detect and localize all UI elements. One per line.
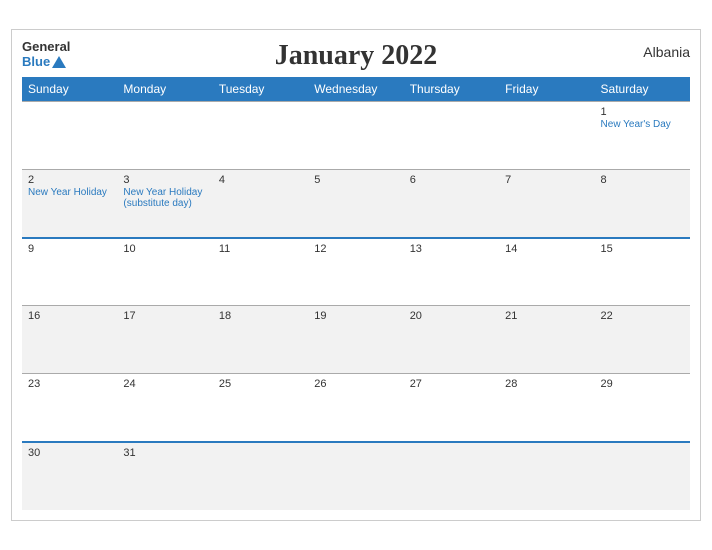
calendar-cell: 11 — [213, 238, 308, 306]
day-number: 19 — [314, 310, 397, 322]
day-number: 3 — [123, 174, 206, 186]
day-number: 5 — [314, 174, 397, 186]
calendar-cell — [404, 102, 499, 170]
calendar-cell — [213, 102, 308, 170]
calendar-cell — [213, 442, 308, 510]
holiday-label: New Year's Day — [601, 119, 684, 130]
weekday-header-monday: Monday — [117, 77, 212, 102]
calendar-cell — [308, 442, 403, 510]
day-number: 9 — [28, 243, 111, 255]
calendar-cell: 12 — [308, 238, 403, 306]
day-number: 1 — [601, 106, 684, 118]
day-number: 22 — [601, 310, 684, 322]
day-number: 25 — [219, 378, 302, 390]
day-number: 13 — [410, 243, 493, 255]
weekday-header-sunday: Sunday — [22, 77, 117, 102]
calendar-week-row: 16 17 18 19 20 21 22 — [22, 306, 690, 374]
calendar-cell: 9 — [22, 238, 117, 306]
calendar-week-row: 30 31 — [22, 442, 690, 510]
calendar-cell: 24 — [117, 374, 212, 442]
calendar-cell: 29 — [595, 374, 690, 442]
day-number: 7 — [505, 174, 588, 186]
calendar-cell: 7 — [499, 170, 594, 238]
day-number: 23 — [28, 378, 111, 390]
logo-general-text: General — [22, 40, 70, 54]
day-number: 14 — [505, 243, 588, 255]
day-number: 30 — [28, 447, 111, 459]
calendar-cell: 14 — [499, 238, 594, 306]
weekday-header-friday: Friday — [499, 77, 594, 102]
calendar-cell — [595, 442, 690, 510]
calendar-cell: 18 — [213, 306, 308, 374]
day-number: 17 — [123, 310, 206, 322]
calendar-cell: 30 — [22, 442, 117, 510]
calendar-cell: 22 — [595, 306, 690, 374]
day-number: 28 — [505, 378, 588, 390]
day-number: 10 — [123, 243, 206, 255]
logo-triangle-icon — [52, 56, 66, 68]
country-label: Albania — [643, 44, 690, 60]
calendar-cell: 19 — [308, 306, 403, 374]
day-number: 8 — [601, 174, 684, 186]
calendar-cell: 13 — [404, 238, 499, 306]
calendar-cell: 16 — [22, 306, 117, 374]
weekday-header-tuesday: Tuesday — [213, 77, 308, 102]
day-number: 4 — [219, 174, 302, 186]
calendar-cell: 21 — [499, 306, 594, 374]
calendar-cell — [117, 102, 212, 170]
logo: General Blue — [22, 40, 70, 69]
day-number: 16 — [28, 310, 111, 322]
day-number: 11 — [219, 243, 302, 255]
calendar-cell — [499, 102, 594, 170]
calendar-cell: 26 — [308, 374, 403, 442]
weekday-header-row: SundayMondayTuesdayWednesdayThursdayFrid… — [22, 77, 690, 102]
calendar-cell: 17 — [117, 306, 212, 374]
calendar-cell: 28 — [499, 374, 594, 442]
calendar-cell: 8 — [595, 170, 690, 238]
day-number: 24 — [123, 378, 206, 390]
logo-blue-text: Blue — [22, 55, 50, 69]
calendar-cell: 4 — [213, 170, 308, 238]
calendar-cell — [404, 442, 499, 510]
holiday-label: New Year Holiday (substitute day) — [123, 187, 206, 209]
day-number: 15 — [601, 243, 684, 255]
calendar-cell — [499, 442, 594, 510]
calendar-week-row: 23 24 25 26 27 28 29 — [22, 374, 690, 442]
day-number: 2 — [28, 174, 111, 186]
calendar-cell: 6 — [404, 170, 499, 238]
calendar-cell: 27 — [404, 374, 499, 442]
weekday-header-thursday: Thursday — [404, 77, 499, 102]
calendar-container: General Blue January 2022 Albania Sunday… — [11, 29, 701, 520]
holiday-label: New Year Holiday — [28, 187, 111, 198]
calendar-week-row: 9 10 11 12 13 14 15 — [22, 238, 690, 306]
day-number: 6 — [410, 174, 493, 186]
calendar-cell: 23 — [22, 374, 117, 442]
calendar-cell: 31 — [117, 442, 212, 510]
day-number: 18 — [219, 310, 302, 322]
day-number: 12 — [314, 243, 397, 255]
calendar-cell: 5 — [308, 170, 403, 238]
calendar-table: SundayMondayTuesdayWednesdayThursdayFrid… — [22, 77, 690, 510]
calendar-week-row: 1New Year's Day — [22, 102, 690, 170]
calendar-cell: 1New Year's Day — [595, 102, 690, 170]
day-number: 26 — [314, 378, 397, 390]
day-number: 29 — [601, 378, 684, 390]
calendar-cell: 25 — [213, 374, 308, 442]
day-number: 20 — [410, 310, 493, 322]
day-number: 31 — [123, 447, 206, 459]
day-number: 27 — [410, 378, 493, 390]
calendar-cell: 2New Year Holiday — [22, 170, 117, 238]
calendar-cell: 3New Year Holiday (substitute day) — [117, 170, 212, 238]
calendar-cell — [22, 102, 117, 170]
calendar-week-row: 2New Year Holiday3New Year Holiday (subs… — [22, 170, 690, 238]
calendar-cell: 15 — [595, 238, 690, 306]
month-title: January 2022 — [275, 40, 438, 72]
calendar-cell — [308, 102, 403, 170]
calendar-header: General Blue January 2022 Albania — [22, 40, 690, 69]
calendar-cell: 20 — [404, 306, 499, 374]
weekday-header-saturday: Saturday — [595, 77, 690, 102]
day-number: 21 — [505, 310, 588, 322]
weekday-header-wednesday: Wednesday — [308, 77, 403, 102]
calendar-cell: 10 — [117, 238, 212, 306]
